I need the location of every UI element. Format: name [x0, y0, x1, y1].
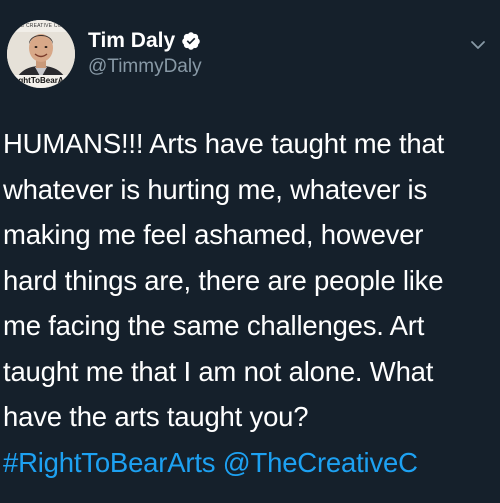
avatar-bottom-text: ghtToBearA	[18, 76, 64, 85]
avatar-top-text: THE CREATIVE COAL	[13, 23, 69, 29]
tweet-links-line: #RightToBearArts @TheCreativeC	[3, 440, 495, 486]
tweet-card: THE CREATIVE COAL ghtToBearA Tim Daly @T…	[0, 0, 500, 503]
user-handle[interactable]: @TimmyDaly	[88, 56, 202, 78]
verified-badge-icon	[181, 31, 201, 51]
tweet-line: taught me that I am not alone. What	[3, 355, 434, 387]
mention-link[interactable]: @TheCreativeC	[223, 447, 418, 478]
name-row: Tim Daly	[88, 29, 201, 53]
tweet-line: hard things are, there are people like	[3, 264, 444, 296]
tweet-text: HUMANS!!! Arts have taught me that whate…	[3, 121, 495, 485]
chevron-down-icon[interactable]	[470, 38, 486, 50]
avatar[interactable]: THE CREATIVE COAL ghtToBearA	[7, 20, 75, 88]
tweet-line: have the arts taught you?	[3, 401, 309, 432]
tweet-line: making me feel ashamed, however	[3, 219, 424, 250]
hashtag-link[interactable]: #RightToBearArts	[3, 447, 216, 478]
tweet-line: HUMANS!!! Arts have taught me that	[3, 128, 445, 159]
display-name[interactable]: Tim Daly	[88, 29, 175, 53]
tweet-line: whatever is hurting me, whatever is	[3, 173, 428, 205]
tweet-line: me facing the same challenges. Art	[3, 310, 425, 341]
